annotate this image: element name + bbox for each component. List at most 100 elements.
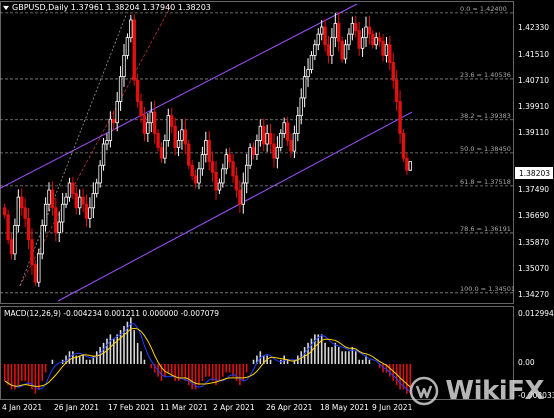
watermark-text: WikiFX bbox=[445, 376, 544, 406]
bull-candle bbox=[101, 143, 106, 166]
bear-candle bbox=[74, 193, 78, 209]
bear-candle bbox=[354, 23, 358, 31]
bear-candle bbox=[132, 19, 136, 81]
bull-candle bbox=[306, 69, 310, 78]
bear-candle bbox=[193, 175, 198, 184]
bull-candle bbox=[350, 23, 355, 35]
price-tick: 1.42330 bbox=[518, 23, 549, 32]
bull-candle bbox=[255, 140, 259, 156]
bear-candle bbox=[323, 26, 327, 46]
bull-candle bbox=[258, 125, 263, 141]
bull-candle bbox=[384, 44, 389, 56]
bull-candle bbox=[241, 182, 245, 205]
bull-candle bbox=[64, 196, 68, 205]
date-tick: 26 Apr 2021 bbox=[266, 403, 313, 412]
bull-candle bbox=[118, 76, 123, 102]
bear-candle bbox=[268, 132, 273, 145]
bear-candle bbox=[401, 132, 406, 159]
bull-candle bbox=[88, 207, 92, 219]
bull-candle bbox=[309, 54, 314, 70]
bull-candle bbox=[149, 111, 153, 124]
bear-candle bbox=[289, 140, 293, 152]
bear-candle bbox=[398, 101, 402, 134]
price-tick: 1.39110 bbox=[518, 128, 549, 137]
bear-candle bbox=[326, 44, 331, 56]
bear-candle bbox=[231, 161, 235, 177]
bull-candle bbox=[13, 225, 17, 255]
bull-candle bbox=[248, 147, 252, 166]
bull-candle bbox=[108, 118, 113, 141]
bull-candle bbox=[77, 196, 82, 209]
bear-candle bbox=[152, 111, 157, 134]
bear-candle bbox=[394, 79, 399, 102]
bear-candle bbox=[170, 115, 174, 127]
bull-candle bbox=[302, 76, 307, 99]
macd-axis-zero: 0.00 bbox=[518, 358, 535, 367]
bull-candle bbox=[146, 122, 150, 134]
current-price-label: 1.38203 bbox=[519, 169, 550, 178]
bear-candle bbox=[23, 207, 27, 219]
date-tick: 11 Mar 2021 bbox=[160, 403, 208, 412]
bear-candle bbox=[135, 79, 140, 102]
bull-candle bbox=[115, 101, 119, 124]
bull-candle bbox=[125, 37, 130, 56]
bull-candle bbox=[364, 26, 368, 39]
bear-candle bbox=[9, 239, 14, 255]
bear-candle bbox=[81, 196, 85, 205]
bull-candle bbox=[129, 19, 133, 39]
bull-candle bbox=[217, 182, 222, 191]
price-tick: 1.40710 bbox=[518, 76, 549, 85]
symbol-info: GBPUSD,Daily 1.37961 1.38204 1.37940 1.3… bbox=[12, 3, 211, 12]
bull-candle bbox=[296, 115, 300, 134]
bear-candle bbox=[207, 140, 211, 163]
bear-candle bbox=[183, 129, 188, 145]
fib-label: 78.6 = 1.36191 bbox=[460, 225, 511, 233]
bull-candle bbox=[122, 54, 126, 78]
bear-candle bbox=[272, 143, 276, 159]
dropdown-triangle-icon[interactable] bbox=[3, 5, 9, 11]
bear-candle bbox=[238, 189, 242, 205]
date-tick: 9 Jun 2021 bbox=[372, 403, 413, 412]
date-tick: 4 Jan 2021 bbox=[2, 403, 42, 412]
bull-candle bbox=[176, 140, 181, 148]
bull-candle bbox=[343, 44, 348, 60]
bear-candle bbox=[6, 214, 10, 241]
bull-candle bbox=[408, 161, 412, 171]
bull-candle bbox=[330, 37, 334, 56]
fib-label: 38.2 = 1.39383 bbox=[460, 112, 511, 120]
price-tick: 1.41510 bbox=[518, 50, 549, 59]
bull-candle bbox=[292, 132, 297, 152]
bear-candle bbox=[3, 207, 7, 216]
fib-label: 23.6 = 1.40536 bbox=[460, 71, 511, 79]
price-tick: 1.35870 bbox=[518, 238, 549, 247]
bull-candle bbox=[244, 164, 249, 184]
bull-candle bbox=[200, 154, 205, 170]
bear-candle bbox=[371, 33, 375, 46]
bear-candle bbox=[262, 125, 266, 145]
bear-candle bbox=[357, 30, 361, 49]
bear-candle bbox=[391, 62, 395, 81]
bear-candle bbox=[33, 264, 38, 283]
chart-window[interactable]: 1.42330 1.41510 1.40710 1.39910 1.39110 … bbox=[0, 0, 554, 414]
bear-candle bbox=[139, 101, 143, 117]
price-tick: 1.35070 bbox=[518, 264, 549, 273]
price-tick: 1.37490 bbox=[518, 185, 549, 194]
bear-candle bbox=[20, 196, 24, 209]
bear-candle bbox=[187, 143, 191, 166]
fib-label: 61.8 = 1.37518 bbox=[460, 178, 511, 186]
price-tick: 1.34270 bbox=[518, 290, 549, 299]
chart-canvas[interactable]: 1.42330 1.41510 1.40710 1.39910 1.39110 … bbox=[0, 0, 554, 414]
bull-candle bbox=[16, 196, 21, 226]
fib-label: 50.0 = 1.38450 bbox=[460, 145, 511, 153]
macd-axis-top: 0.012994 bbox=[518, 309, 554, 318]
bull-candle bbox=[60, 203, 65, 223]
bear-candle bbox=[142, 115, 147, 134]
bull-candle bbox=[180, 129, 184, 141]
bear-candle bbox=[173, 125, 177, 148]
bear-candle bbox=[381, 40, 385, 56]
bull-candle bbox=[313, 44, 317, 56]
bull-candle bbox=[57, 221, 61, 233]
symbol-header: GBPUSD,Daily 1.37961 1.38204 1.37940 1.3… bbox=[3, 3, 211, 12]
bear-candle bbox=[340, 40, 344, 60]
bull-candle bbox=[105, 140, 109, 145]
